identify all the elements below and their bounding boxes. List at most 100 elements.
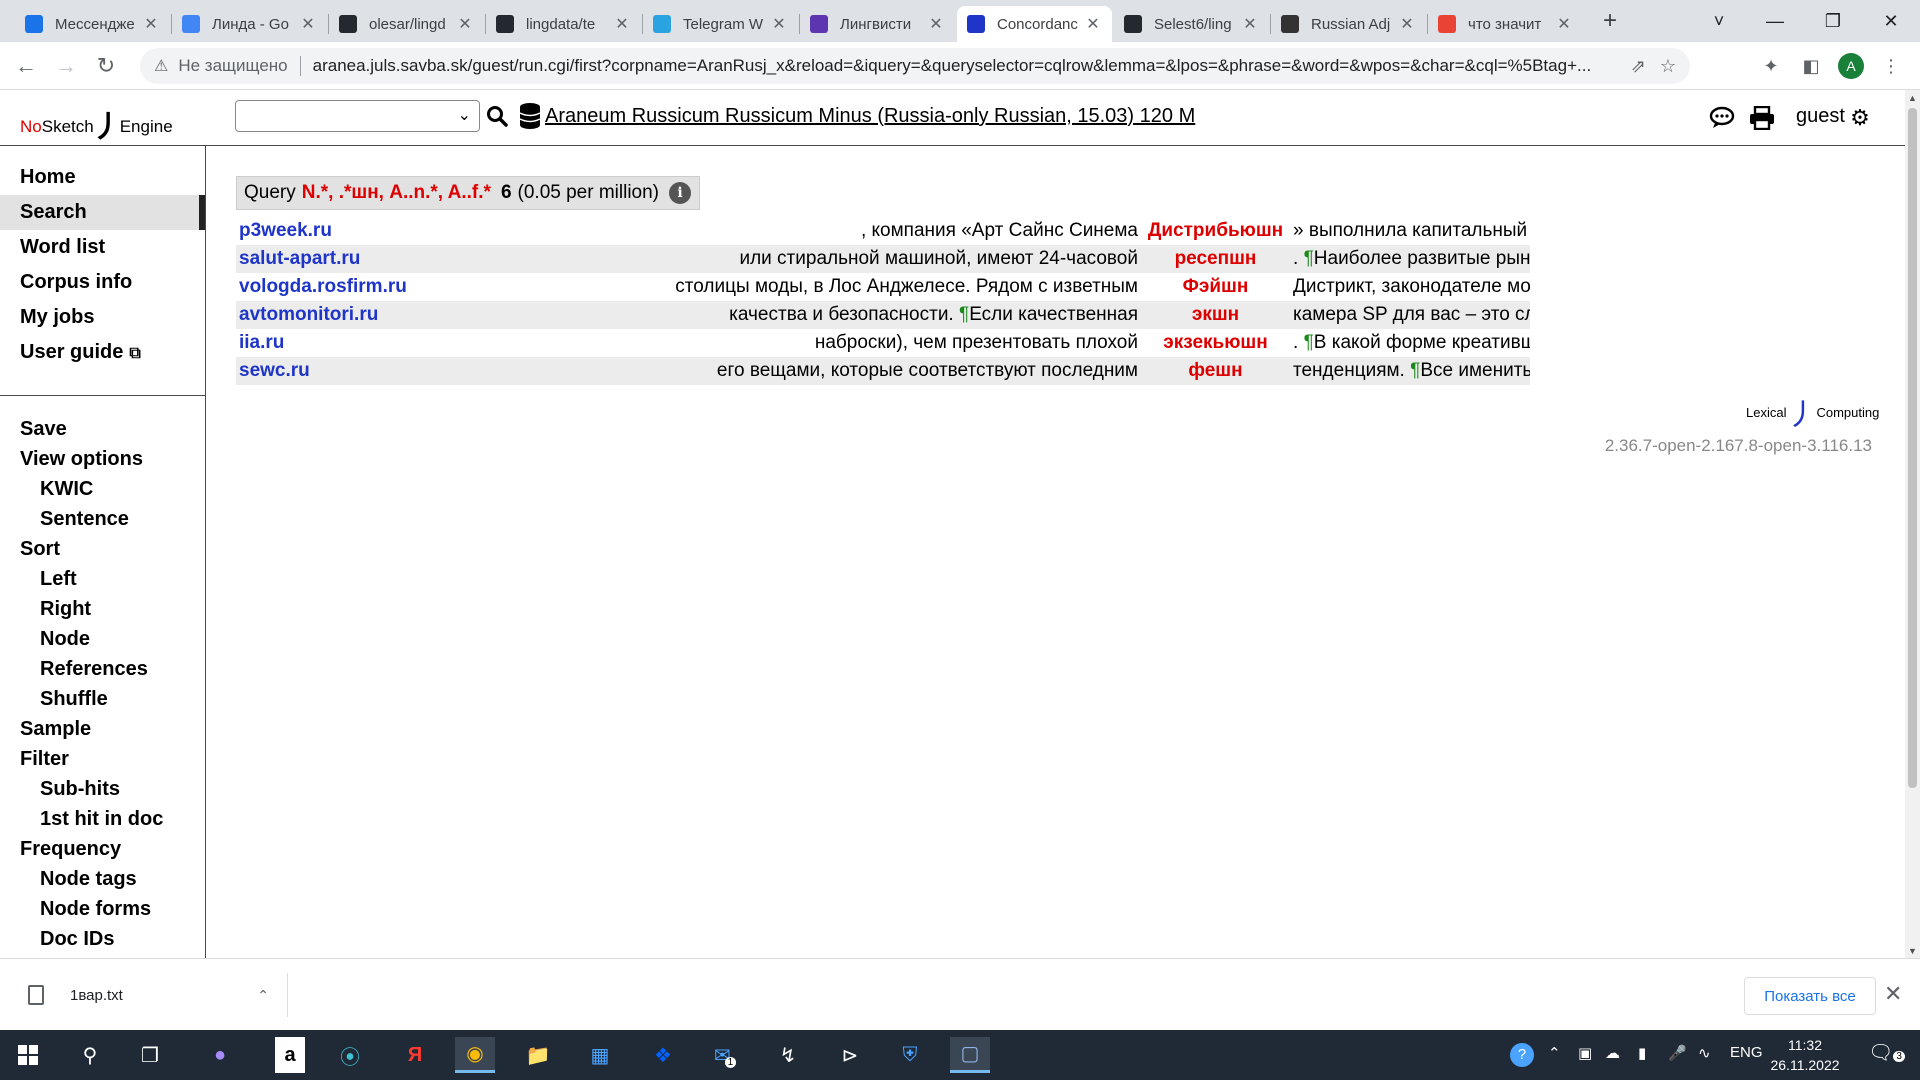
browser-tab[interactable]: Russian Adj ✕: [1271, 6, 1426, 42]
corpus-name-link[interactable]: Araneum Russicum Russicum Minus (Russia-…: [545, 105, 1195, 128]
search-icon[interactable]: [483, 102, 511, 130]
task-view-icon[interactable]: ❐: [130, 1037, 170, 1073]
sidebar-item-node-forms[interactable]: Node forms: [0, 894, 205, 924]
tab-close-icon[interactable]: ✕: [1241, 14, 1259, 34]
sidebar-item-sample[interactable]: Sample: [0, 714, 205, 744]
info-icon[interactable]: i: [669, 182, 692, 204]
tab-close-icon[interactable]: ✕: [1398, 14, 1416, 34]
scroll-up-arrow-icon[interactable]: ▲: [1905, 90, 1920, 105]
browser-tab[interactable]: olesar/lingd ✕: [329, 6, 484, 42]
sidebar-item-sort[interactable]: Sort: [0, 534, 205, 564]
onedrive-icon[interactable]: ☁: [1605, 1044, 1620, 1062]
sidebar-item-kwic[interactable]: KWIC: [0, 474, 205, 504]
feedback-chat-icon[interactable]: [1707, 103, 1737, 133]
sidebar-item-node-tags[interactable]: Node tags: [0, 864, 205, 894]
reference-link[interactable]: vologda.rosfirm.ru: [236, 276, 416, 298]
file-explorer-icon[interactable]: 📁: [518, 1037, 558, 1073]
wifi-icon[interactable]: ∿: [1698, 1044, 1711, 1062]
sidebar-item-doc-ids[interactable]: Doc IDs: [0, 924, 205, 954]
browser-tab[interactable]: lingdata/te ✕: [486, 6, 641, 42]
gear-icon[interactable]: ⚙: [1845, 103, 1875, 133]
address-bar[interactable]: ⚠ Не защищено aranea.juls.savba.sk/guest…: [140, 48, 1690, 84]
kwic-node[interactable]: Дистрибьюшн: [1143, 220, 1288, 242]
kwic-node[interactable]: Фэйшн: [1143, 276, 1288, 298]
nosketchengine-logo[interactable]: NoSketch丿Engine: [20, 102, 173, 146]
reference-link[interactable]: iia.ru: [236, 332, 416, 354]
new-tab-icon[interactable]: +: [1595, 6, 1625, 36]
sidebar-item-left[interactable]: Left: [0, 564, 205, 594]
sidebar-item-save[interactable]: Save: [0, 414, 205, 444]
browser-menu-icon[interactable]: ⋮: [1875, 50, 1907, 82]
share-icon[interactable]: ⇗: [1631, 56, 1646, 77]
amazon-icon[interactable]: a: [275, 1037, 305, 1073]
tab-close-icon[interactable]: ✕: [613, 14, 631, 34]
reload-icon[interactable]: ↻: [90, 50, 122, 82]
lexical-computing-logo[interactable]: Lexical丿Computing: [1746, 390, 1879, 434]
browser-tab[interactable]: Selest6/ling ✕: [1114, 6, 1269, 42]
extensions-icon[interactable]: ✦: [1755, 50, 1787, 82]
profile-avatar[interactable]: A: [1835, 50, 1867, 82]
kwic-node[interactable]: экзекьюшн: [1143, 332, 1288, 354]
language-indicator[interactable]: ENG: [1730, 1044, 1763, 1061]
ms-store-icon[interactable]: ▦: [580, 1037, 620, 1073]
reference-link[interactable]: avtomonitori.ru: [236, 304, 416, 326]
meet-now-icon[interactable]: ▣: [1578, 1044, 1592, 1062]
browser-tab[interactable]: Мессендже ✕: [15, 6, 170, 42]
sidebar-item-word-list[interactable]: Word list: [0, 230, 205, 265]
microphone-icon[interactable]: 🎤: [1668, 1044, 1687, 1062]
sidebar-item-home[interactable]: Home: [0, 160, 205, 195]
lightning-app-icon[interactable]: ↯: [768, 1037, 808, 1073]
visual-studio-icon[interactable]: ⊳: [830, 1037, 870, 1073]
sidepanel-icon[interactable]: ◧: [1795, 50, 1827, 82]
sidebar-item-filter[interactable]: Filter: [0, 744, 205, 774]
reference-link[interactable]: p3week.ru: [236, 220, 416, 242]
tab-close-icon[interactable]: ✕: [1555, 14, 1573, 34]
tab-search-icon[interactable]: ˅: [1690, 0, 1748, 42]
sidebar-item-frequency[interactable]: Frequency: [0, 834, 205, 864]
kwic-node[interactable]: экшн: [1143, 304, 1288, 326]
sidebar-item-node[interactable]: Node: [0, 624, 205, 654]
search-taskbar-icon[interactable]: ⚲: [70, 1037, 110, 1073]
url-text[interactable]: aranea.juls.savba.sk/guest/run.cgi/first…: [313, 56, 1643, 76]
close-icon[interactable]: ✕: [1884, 981, 1902, 1007]
user-name[interactable]: guest: [1796, 105, 1845, 128]
sidebar-item-view-options[interactable]: View options: [0, 444, 205, 474]
browser-tab[interactable]: Лингвисти ✕: [800, 6, 955, 42]
sidebar-item-sub-hits[interactable]: Sub-hits: [0, 774, 205, 804]
sidebar-item-shuffle[interactable]: Shuffle: [0, 684, 205, 714]
sidebar-item-user-guide[interactable]: User guide ⧉: [0, 335, 205, 370]
window-close-icon[interactable]: ✕: [1862, 0, 1920, 42]
kwic-node[interactable]: ресепшн: [1143, 248, 1288, 270]
reference-link[interactable]: salut-apart.ru: [236, 248, 416, 270]
sidebar-item-right[interactable]: Right: [0, 594, 205, 624]
tab-close-icon[interactable]: ✕: [142, 14, 160, 34]
tab-close-icon[interactable]: ✕: [927, 14, 945, 34]
browser-tab[interactable]: Линда - Go ✕: [172, 6, 327, 42]
sidebar-item-sentence[interactable]: Sentence: [0, 504, 205, 534]
chevron-up-tray-icon[interactable]: ⌃: [1548, 1044, 1561, 1062]
dropbox-icon[interactable]: ❖: [643, 1037, 683, 1073]
tab-close-icon[interactable]: ✕: [456, 14, 474, 34]
sidebar-item-corpus-info[interactable]: Corpus info: [0, 265, 205, 300]
mail-icon[interactable]: ✉ 1: [705, 1037, 745, 1073]
clock[interactable]: 11:32 26.11.2022: [1770, 1035, 1840, 1075]
back-icon[interactable]: ←: [10, 50, 42, 82]
kwic-node[interactable]: фешн: [1143, 360, 1288, 382]
scroll-down-arrow-icon[interactable]: ▼: [1905, 943, 1920, 958]
help-icon[interactable]: ?: [1510, 1043, 1534, 1067]
sidebar-item-references[interactable]: References: [0, 654, 205, 684]
browser-tab[interactable]: Concordanc ✕: [957, 6, 1112, 42]
defender-shield-icon[interactable]: ⛨: [890, 1037, 930, 1073]
alice-assistant-icon[interactable]: ●: [200, 1037, 240, 1073]
browser-tab[interactable]: Telegram W ✕: [643, 6, 798, 42]
browser-tab[interactable]: что значит ✕: [1428, 6, 1583, 42]
sidebar-item-search[interactable]: Search: [0, 195, 205, 230]
corpus-select[interactable]: ⌄: [235, 100, 480, 132]
vertical-scrollbar[interactable]: ▲ ▼: [1905, 90, 1920, 958]
app-window-icon[interactable]: ▢: [950, 1037, 990, 1073]
tab-close-icon[interactable]: ✕: [299, 14, 317, 34]
chrome-icon[interactable]: ◉: [455, 1037, 495, 1073]
maximize-icon[interactable]: ❐: [1804, 0, 1862, 42]
reference-link[interactable]: sewc.ru: [236, 360, 416, 382]
notifications-icon[interactable]: 🗨 3: [1868, 1040, 1905, 1065]
